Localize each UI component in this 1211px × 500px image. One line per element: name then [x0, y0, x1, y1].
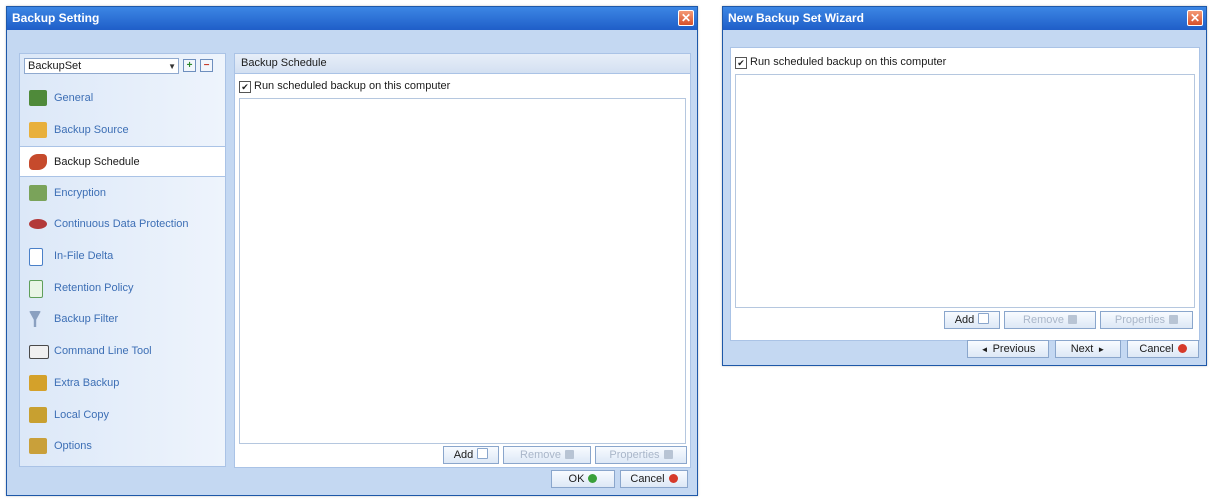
cancel-button[interactable]: Cancel: [1127, 340, 1199, 358]
local-copy-icon: [29, 407, 47, 423]
sidebar-item-label: Local Copy: [54, 409, 110, 421]
window-title: New Backup Set Wizard: [728, 11, 864, 25]
backup-setting-titlebar[interactable]: Backup Setting ✕: [7, 7, 697, 30]
sidebar-item-label: Extra Backup: [54, 377, 120, 389]
cdp-icon: [29, 219, 47, 229]
run-scheduled-row[interactable]: ✔ Run scheduled backup on this computer: [735, 55, 946, 69]
properties-button[interactable]: Properties: [1100, 311, 1193, 329]
sidebar-item-label: Retention Policy: [54, 282, 134, 294]
add-icon: [477, 448, 489, 459]
remove-icon: [564, 450, 574, 459]
run-scheduled-checkbox[interactable]: ✔: [239, 81, 251, 93]
next-button[interactable]: Next ►: [1055, 340, 1121, 358]
panel-title: Backup Schedule: [235, 54, 690, 74]
properties-label: Properties: [1114, 314, 1166, 326]
backup-schedule-panel: Backup Schedule ✔ Run scheduled backup on…: [234, 53, 691, 468]
sidebar-item-general[interactable]: General: [20, 83, 225, 114]
general-icon: [29, 90, 47, 106]
cancel-icon: [668, 474, 678, 483]
sidebar-item-encryption[interactable]: Encryption: [20, 178, 225, 209]
backup-filter-icon: [29, 311, 41, 327]
remove-icon: [1067, 315, 1077, 324]
new-backup-set-wizard-window: New Backup Set Wizard ✕ ✔ Run scheduled b…: [722, 6, 1207, 366]
remove-label: Remove: [520, 449, 561, 461]
sidebar-item-cdp[interactable]: Continuous Data Protection: [20, 209, 225, 240]
chevron-right-icon: ►: [1097, 345, 1106, 354]
remove-button[interactable]: Remove: [503, 446, 591, 464]
sidebar-item-extra-backup[interactable]: Extra Backup: [20, 368, 225, 399]
sidebar-item-options[interactable]: Options: [20, 431, 225, 462]
sidebar-item-backup-source[interactable]: Backup Source: [20, 115, 225, 146]
backup-source-icon: [29, 122, 47, 138]
remove-button[interactable]: Remove: [1004, 311, 1096, 329]
close-icon[interactable]: ✕: [1187, 10, 1203, 26]
window-title: Backup Setting: [12, 11, 100, 25]
remove-set-icon[interactable]: −: [200, 59, 213, 72]
cancel-button[interactable]: Cancel: [620, 470, 688, 488]
add-label: Add: [453, 449, 474, 461]
encryption-icon: [29, 185, 47, 201]
settings-sidebar: BackupSet ▼ + − General Backup Source Ba…: [19, 53, 226, 467]
sidebar-item-label: Backup Schedule: [54, 156, 140, 168]
in-file-delta-icon: [29, 248, 43, 266]
backup-set-select[interactable]: BackupSet ▼ + −: [20, 54, 225, 74]
sidebar-item-label: Continuous Data Protection: [54, 218, 189, 230]
extra-backup-icon: [29, 375, 47, 391]
backup-set-value: BackupSet: [28, 60, 82, 72]
sidebar-item-backup-filter[interactable]: Backup Filter: [20, 304, 225, 335]
sidebar-item-label: In-File Delta: [54, 250, 114, 262]
previous-button[interactable]: ◄ Previous: [967, 340, 1049, 358]
sidebar-item-retention-policy[interactable]: Retention Policy: [20, 273, 225, 304]
properties-button[interactable]: Properties: [595, 446, 687, 464]
retention-policy-icon: [29, 280, 43, 298]
ok-icon: [588, 474, 598, 483]
wizard-content: ✔ Run scheduled backup on this computer A…: [730, 47, 1200, 341]
options-icon: [29, 438, 47, 454]
add-set-icon[interactable]: +: [183, 59, 196, 72]
cancel-label: Cancel: [1139, 343, 1174, 355]
sidebar-item-label: Backup Filter: [54, 313, 119, 325]
backup-schedule-icon: [29, 154, 47, 170]
sidebar-item-in-file-delta[interactable]: In-File Delta: [20, 241, 225, 272]
properties-icon: [1169, 315, 1179, 324]
sidebar-item-local-copy[interactable]: Local Copy: [20, 400, 225, 431]
sidebar-item-label: General: [54, 92, 94, 104]
sidebar-item-label: Encryption: [54, 187, 106, 199]
sidebar-item-label: Options: [54, 440, 92, 452]
backup-setting-window: Backup Setting ✕ BackupSet ▼ + − General…: [6, 6, 698, 496]
sidebar-item-label: Backup Source: [54, 124, 129, 136]
chevron-left-icon: ◄: [980, 345, 989, 354]
properties-label: Properties: [609, 449, 660, 461]
next-label: Next: [1070, 343, 1094, 355]
add-button[interactable]: Add: [944, 311, 1000, 329]
sidebar-item-label: Command Line Tool: [54, 345, 152, 357]
remove-label: Remove: [1023, 314, 1064, 326]
add-icon: [978, 313, 990, 324]
run-scheduled-label: Run scheduled backup on this computer: [750, 56, 947, 68]
run-scheduled-checkbox[interactable]: ✔: [735, 57, 747, 69]
cancel-label: Cancel: [630, 473, 665, 485]
command-line-tool-icon: [29, 345, 49, 359]
add-button[interactable]: Add: [443, 446, 499, 464]
ok-button[interactable]: OK: [551, 470, 615, 488]
close-icon[interactable]: ✕: [678, 10, 694, 26]
sidebar-item-backup-schedule[interactable]: Backup Schedule: [20, 146, 225, 177]
sidebar-item-command-line-tool[interactable]: Command Line Tool: [20, 336, 225, 367]
previous-label: Previous: [992, 343, 1036, 355]
cancel-icon: [1177, 344, 1187, 353]
add-label: Add: [954, 314, 975, 326]
schedule-list[interactable]: [239, 98, 686, 444]
run-scheduled-label: Run scheduled backup on this computer: [254, 80, 451, 92]
wizard-titlebar[interactable]: New Backup Set Wizard ✕: [723, 7, 1206, 30]
chevron-down-icon[interactable]: ▼: [168, 60, 176, 74]
ok-label: OK: [568, 473, 585, 485]
run-scheduled-row[interactable]: ✔ Run scheduled backup on this computer: [239, 79, 450, 93]
schedule-list[interactable]: [735, 74, 1195, 308]
properties-icon: [663, 450, 673, 459]
backup-set-dropdown[interactable]: BackupSet ▼: [24, 58, 179, 74]
